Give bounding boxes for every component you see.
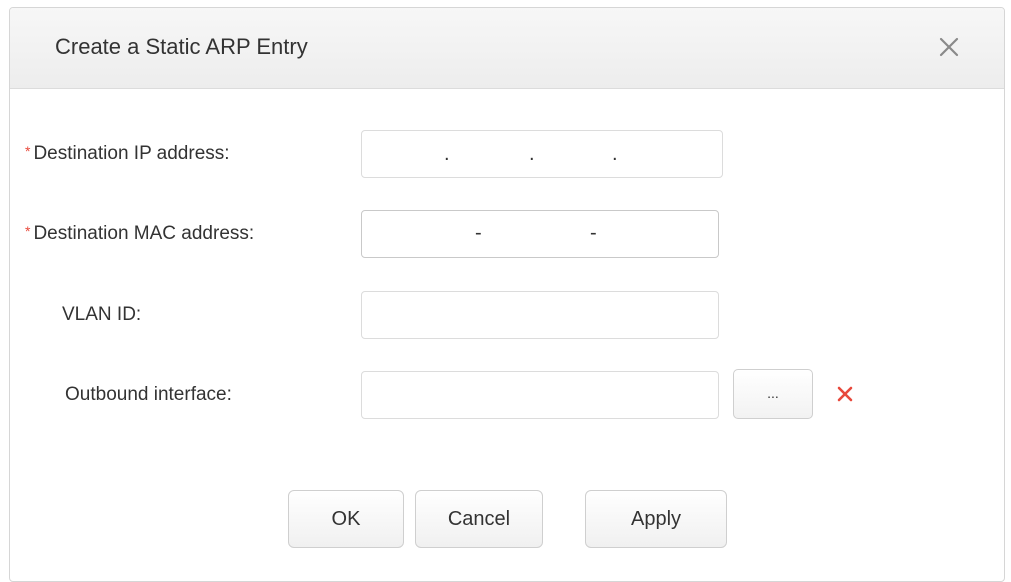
clear-x-icon[interactable] [836, 385, 854, 403]
required-mark: * [25, 143, 31, 159]
ip-label-text: Destination IP address: [33, 143, 230, 164]
dialog-titlebar: Create a Static ARP Entry [10, 8, 1004, 89]
browse-button[interactable]: ... [733, 369, 813, 419]
mac-address-field[interactable]: - - [361, 210, 719, 258]
outbound-interface-field[interactable] [361, 371, 719, 419]
mac-label-text: Destination MAC address: [33, 223, 255, 244]
ip-address-field[interactable]: . . . [361, 130, 723, 178]
dialog-title: Create a Static ARP Entry [55, 34, 308, 59]
ip-octet-3[interactable] [537, 131, 612, 177]
close-icon[interactable] [936, 34, 962, 60]
outbound-interface-input[interactable] [362, 372, 718, 418]
outbound-label: Outbound interface: [65, 384, 232, 405]
vlan-label: VLAN ID: [62, 304, 142, 325]
mac-segment-1[interactable] [362, 211, 472, 257]
ok-button[interactable]: OK [288, 490, 404, 548]
ip-dot: . [612, 143, 618, 165]
vlan-id-field[interactable] [361, 291, 719, 339]
static-arp-dialog: Create a Static ARP Entry * Destination I… [9, 7, 1005, 582]
ip-label: * Destination IP address: [25, 143, 230, 165]
ip-octet-4[interactable] [620, 131, 720, 177]
apply-button[interactable]: Apply [585, 490, 727, 548]
mac-segment-2[interactable] [487, 211, 587, 257]
cancel-button[interactable]: Cancel [415, 490, 543, 548]
vlan-id-input[interactable] [362, 292, 718, 338]
mac-segment-3[interactable] [602, 211, 716, 257]
ip-dot: . [444, 143, 450, 165]
ip-dot: . [529, 143, 535, 165]
mac-dash: - [475, 222, 482, 244]
mac-label: * Destination MAC address: [25, 223, 254, 245]
ip-octet-1[interactable] [362, 131, 442, 177]
ip-octet-2[interactable] [452, 131, 527, 177]
mac-dash: - [590, 222, 597, 244]
required-mark: * [25, 223, 31, 239]
